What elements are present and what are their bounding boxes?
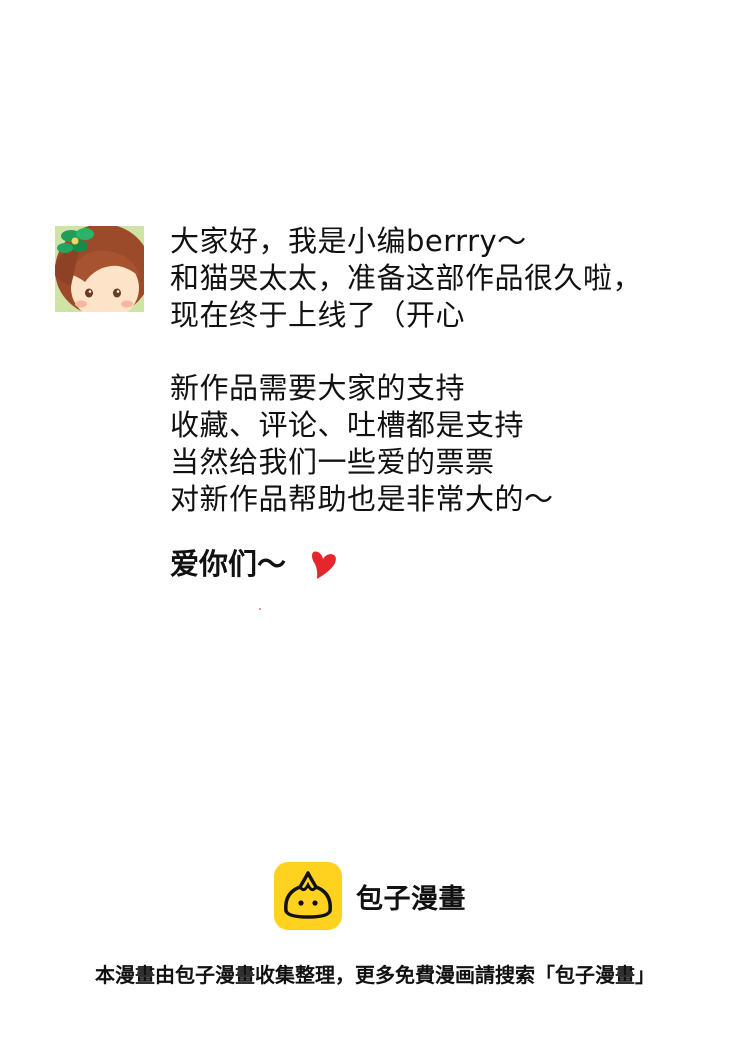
girl-avatar-illustration [55,226,144,312]
message-line: 和猫哭太太，准备这部作品很久啦， [170,261,643,295]
brand-block: 包子漫畫 [274,862,466,930]
love-row: 爱你们～ [170,546,730,583]
message-line: 大家好，我是小编berrry～ [170,224,527,258]
bun-logo-icon [274,862,342,930]
message-line: 收藏、评论、吐槽都是支持 [170,408,525,442]
heart-icon [308,550,338,580]
decor-dot [259,608,261,610]
message-paragraph: 新作品需要大家的支持 收藏、评论、吐槽都是支持 当然给我们一些爱的票票 对新作品… [170,370,730,518]
message-line: 对新作品帮助也是非常大的～ [170,482,554,516]
brand-name: 包子漫畫 [356,883,466,915]
message-body: 大家好，我是小编berrry～ 和猫哭太太，准备这部作品很久啦， 现在终于上线了… [170,223,730,583]
message-line: 当然给我们一些爱的票票 [170,445,495,479]
love-text: 爱你们～ [170,547,287,581]
footer-note: 本漫畫由包子漫畫收集整理，更多免費漫画請搜索「包子漫畫」 [95,963,655,987]
message-line: 现在终于上线了（开心 [170,298,466,332]
avatar [55,226,144,312]
message-line: 新作品需要大家的支持 [170,371,466,405]
